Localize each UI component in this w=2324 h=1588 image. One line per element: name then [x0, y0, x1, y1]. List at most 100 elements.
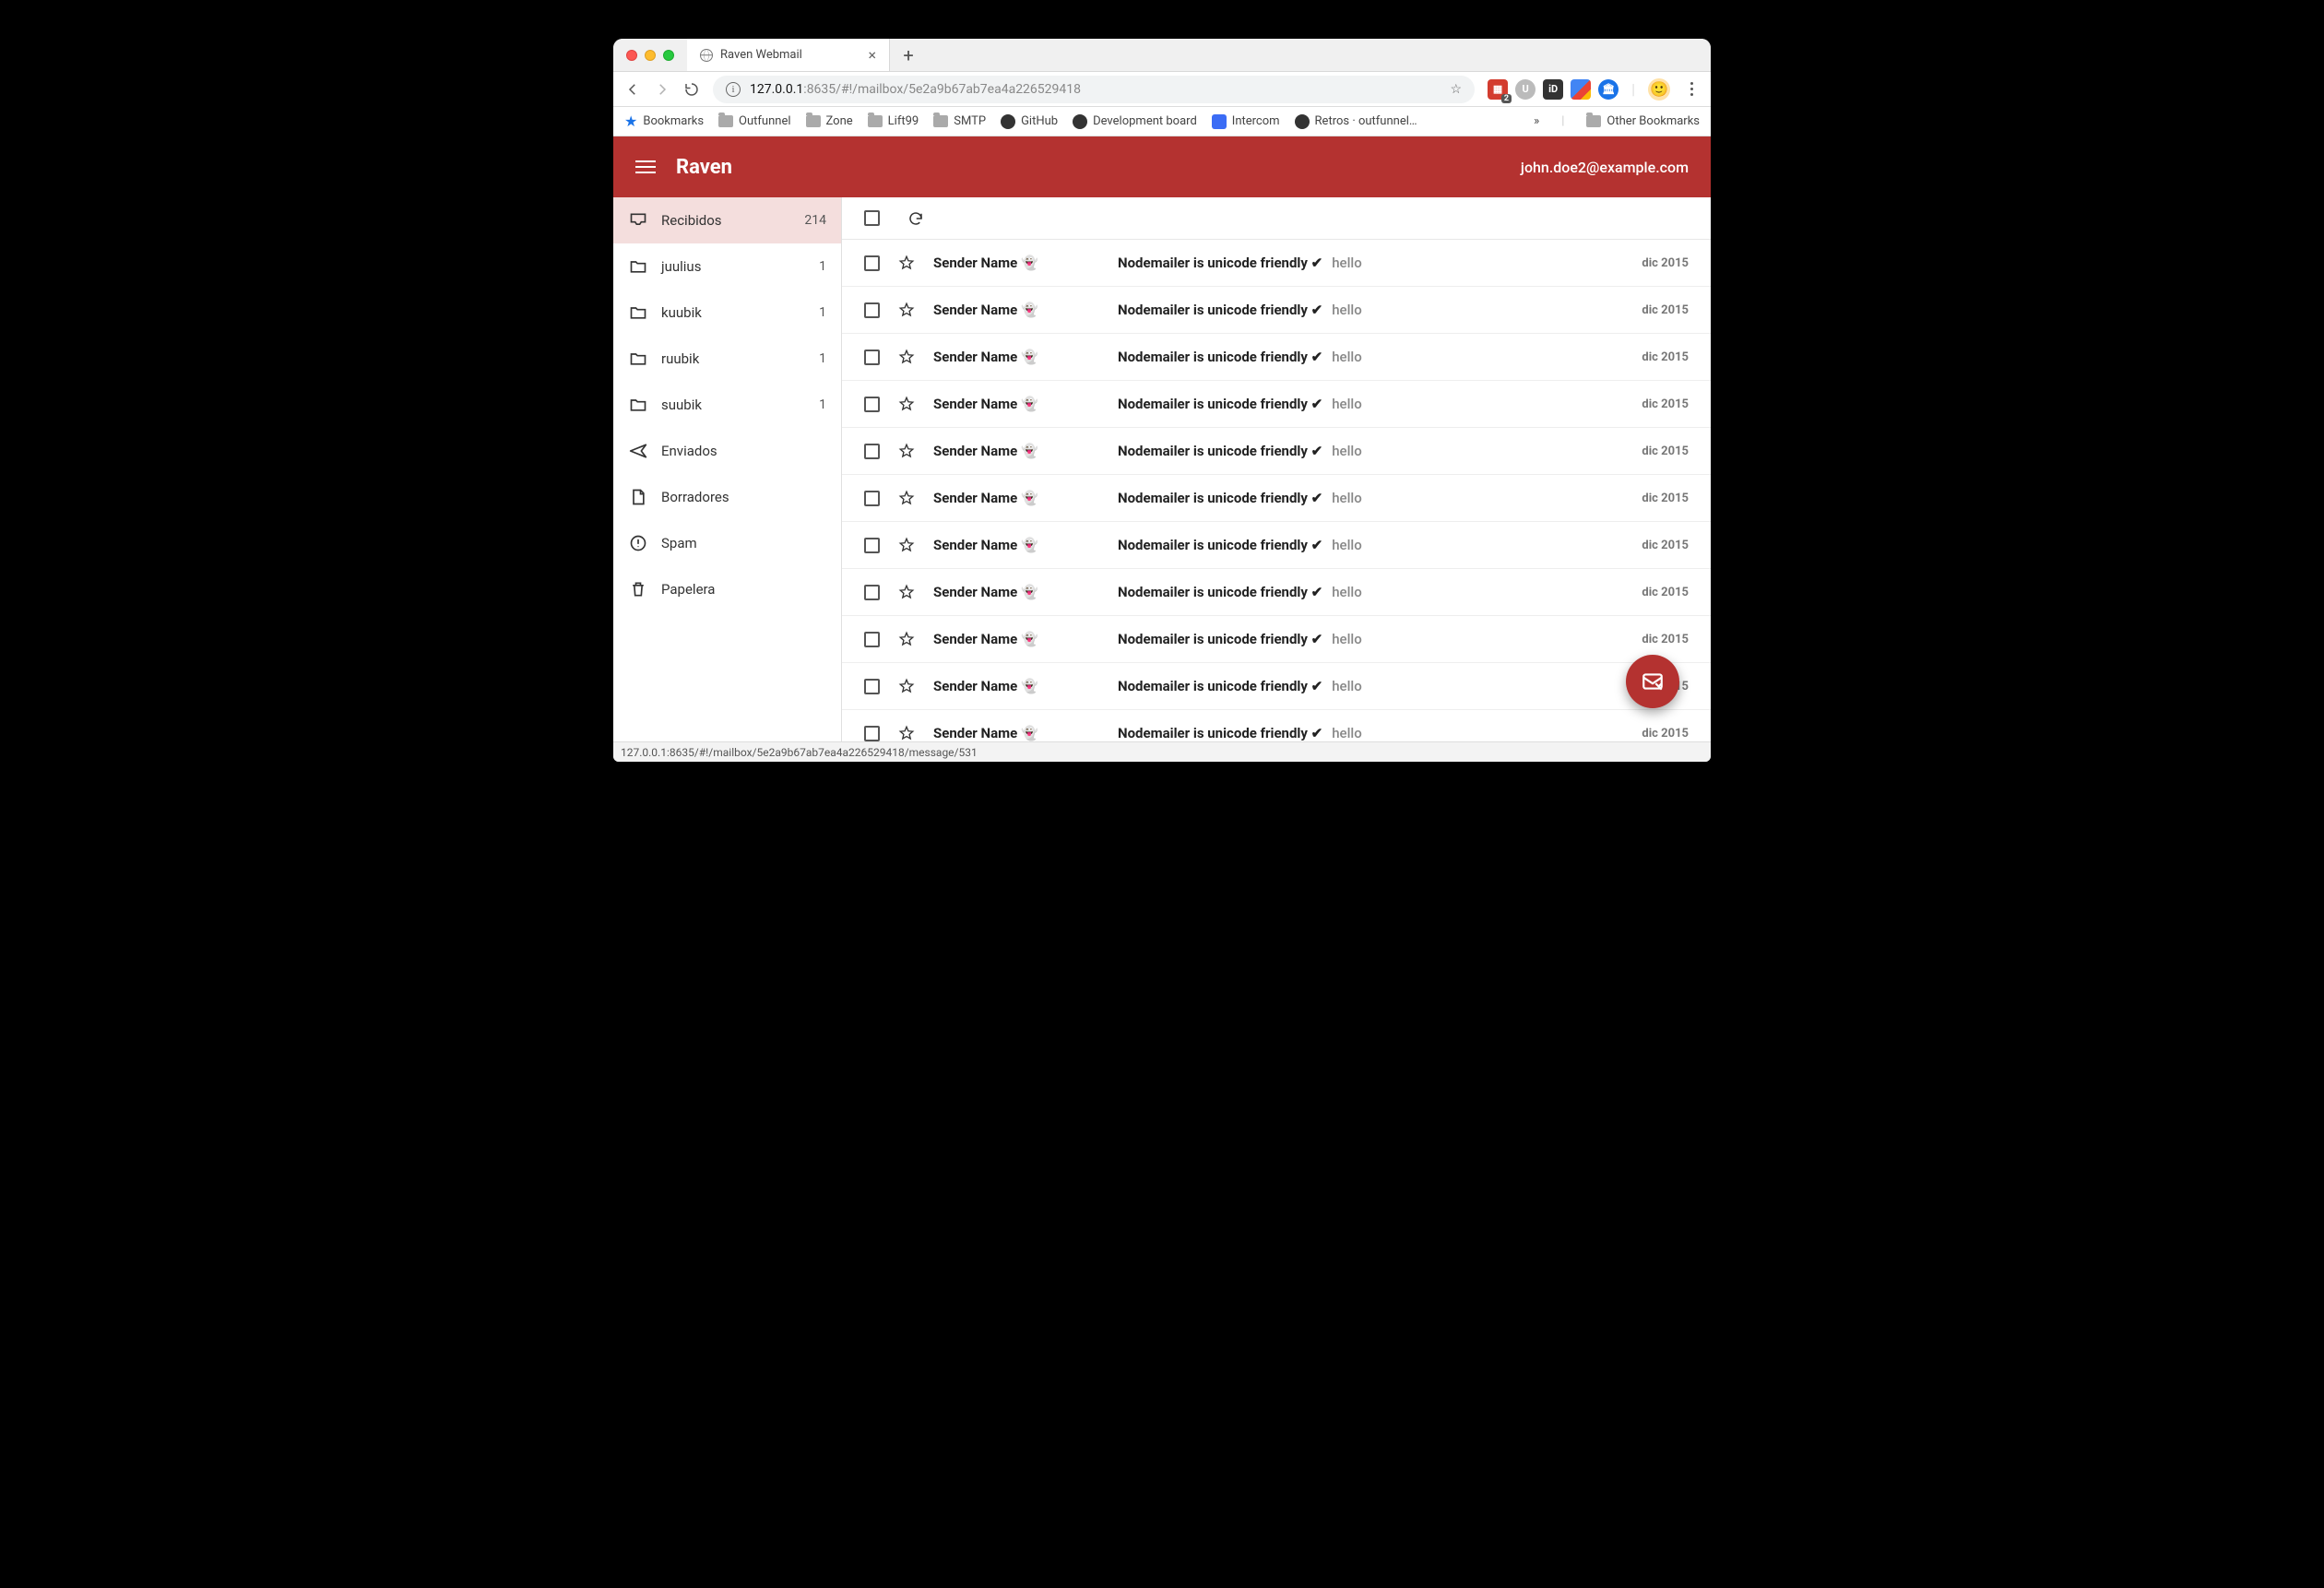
url-host: 127.0.0.1	[750, 82, 803, 97]
message-checkbox[interactable]	[864, 679, 880, 694]
bookmark-folder[interactable]: Lift99	[868, 114, 919, 128]
message-checkbox[interactable]	[864, 350, 880, 365]
browser-tab[interactable]: Raven Webmail ×	[687, 39, 890, 71]
sidebar-item-count: 1	[819, 259, 826, 274]
message-subject: Nodemailer is unicode friendly ✔	[1118, 396, 1322, 412]
site-info-icon[interactable]: i	[726, 82, 741, 97]
message-subject: Nodemailer is unicode friendly ✔	[1118, 537, 1322, 553]
reload-button[interactable]	[683, 81, 700, 98]
bookmarks-overflow-button[interactable]: »	[1534, 114, 1539, 128]
sidebar-item-recibidos[interactable]: Recibidos214	[613, 197, 841, 243]
inbox-icon	[628, 210, 648, 231]
zoom-window-button[interactable]	[663, 50, 674, 61]
app-name: Raven	[676, 156, 732, 179]
message-row[interactable]: Sender Name 👻Nodemailer is unicode frien…	[842, 522, 1711, 569]
refresh-button[interactable]	[907, 210, 924, 227]
close-window-button[interactable]	[626, 50, 637, 61]
star-icon[interactable]	[898, 302, 915, 318]
back-button[interactable]	[624, 81, 641, 98]
browser-window: Raven Webmail × + i 127.0.0.1:8635/#!/ma…	[613, 39, 1711, 762]
app-header: Raven john.doe2@example.com	[613, 136, 1711, 197]
forward-button[interactable]	[654, 81, 670, 98]
bookmark-item[interactable]: Retros · outfunnel…	[1295, 114, 1417, 129]
message-row[interactable]: Sender Name 👻Nodemailer is unicode frien…	[842, 381, 1711, 428]
sidebar-item-enviados[interactable]: Enviados	[613, 428, 841, 474]
message-date: dic 2015	[1642, 586, 1689, 599]
message-row[interactable]: Sender Name 👻Nodemailer is unicode frien…	[842, 710, 1711, 741]
star-icon[interactable]	[898, 631, 915, 647]
sidebar-item-count: 214	[804, 213, 826, 228]
message-row[interactable]: Sender Name 👻Nodemailer is unicode frien…	[842, 475, 1711, 522]
message-preview: hello	[1332, 537, 1362, 553]
address-bar[interactable]: i 127.0.0.1:8635/#!/mailbox/5e2a9b67ab7e…	[713, 76, 1475, 103]
sidebar-item-suubik[interactable]: suubik1	[613, 382, 841, 428]
sidebar-item-label: Borradores	[661, 489, 729, 505]
message-row[interactable]: Sender Name 👻Nodemailer is unicode frien…	[842, 428, 1711, 475]
bookmark-label: Lift99	[888, 114, 919, 128]
select-all-checkbox[interactable]	[864, 210, 880, 226]
sidebar-item-papelera[interactable]: Papelera	[613, 566, 841, 612]
sidebar-item-ruubik[interactable]: ruubik1	[613, 336, 841, 382]
sidebar-item-borradores[interactable]: Borradores	[613, 474, 841, 520]
message-checkbox[interactable]	[864, 444, 880, 459]
menu-button[interactable]	[635, 160, 656, 173]
message-checkbox[interactable]	[864, 302, 880, 318]
bookmark-star-icon[interactable]: ☆	[1451, 82, 1463, 97]
message-row[interactable]: Sender Name 👻Nodemailer is unicode frien…	[842, 240, 1711, 287]
github-icon	[1295, 114, 1310, 129]
message-toolbar	[842, 197, 1711, 240]
compose-button[interactable]	[1626, 655, 1679, 708]
close-tab-button[interactable]: ×	[868, 46, 876, 64]
bookmark-folder[interactable]: Outfunnel	[718, 114, 790, 128]
message-checkbox[interactable]	[864, 726, 880, 741]
extension-icon[interactable]	[1571, 79, 1591, 100]
star-icon[interactable]	[898, 443, 915, 459]
bookmark-folder[interactable]: SMTP	[933, 114, 986, 128]
bookmark-item[interactable]: GitHub	[1001, 114, 1058, 129]
message-subject-preview: Nodemailer is unicode friendly ✔hello	[1118, 255, 1362, 271]
message-row[interactable]: Sender Name 👻Nodemailer is unicode frien…	[842, 569, 1711, 616]
message-preview: hello	[1332, 443, 1362, 459]
extension-icon[interactable]: iD	[1543, 79, 1563, 100]
message-checkbox[interactable]	[864, 491, 880, 506]
message-checkbox[interactable]	[864, 397, 880, 412]
new-tab-button[interactable]: +	[890, 39, 927, 71]
star-icon[interactable]	[898, 349, 915, 365]
message-subject: Nodemailer is unicode friendly ✔	[1118, 255, 1322, 271]
star-icon[interactable]	[898, 725, 915, 741]
bookmark-item[interactable]: Development board	[1073, 114, 1197, 129]
star-icon[interactable]	[898, 678, 915, 694]
sidebar-item-juulius[interactable]: juulius1	[613, 243, 841, 290]
sidebar-item-label: kuubik	[661, 304, 702, 321]
user-email[interactable]: john.doe2@example.com	[1521, 159, 1689, 176]
extension-icon[interactable]: ▦2	[1488, 79, 1508, 100]
browser-menu-button[interactable]	[1683, 82, 1700, 96]
bookmark-item[interactable]: Intercom	[1212, 114, 1280, 129]
minimize-window-button[interactable]	[645, 50, 656, 61]
message-checkbox[interactable]	[864, 255, 880, 271]
message-checkbox[interactable]	[864, 632, 880, 647]
bookmarks-root[interactable]: ★Bookmarks	[624, 113, 704, 130]
message-subject: Nodemailer is unicode friendly ✔	[1118, 302, 1322, 318]
star-icon[interactable]	[898, 490, 915, 506]
star-icon[interactable]	[898, 255, 915, 271]
message-checkbox[interactable]	[864, 585, 880, 600]
star-icon[interactable]	[898, 396, 915, 412]
extension-icon[interactable]: U	[1515, 79, 1536, 100]
message-checkbox[interactable]	[864, 538, 880, 553]
message-row[interactable]: Sender Name 👻Nodemailer is unicode frien…	[842, 616, 1711, 663]
star-icon[interactable]	[898, 584, 915, 600]
message-row[interactable]: Sender Name 👻Nodemailer is unicode frien…	[842, 287, 1711, 334]
other-bookmarks[interactable]: Other Bookmarks	[1586, 114, 1700, 128]
sidebar-item-spam[interactable]: Spam	[613, 520, 841, 566]
extension-icon[interactable]: 🏛	[1598, 79, 1618, 100]
sidebar-item-kuubik[interactable]: kuubik1	[613, 290, 841, 336]
profile-avatar[interactable]: 🙂	[1648, 78, 1670, 101]
message-row[interactable]: Sender Name 👻Nodemailer is unicode frien…	[842, 334, 1711, 381]
message-subject-preview: Nodemailer is unicode friendly ✔hello	[1118, 725, 1362, 741]
message-list[interactable]: Sender Name 👻Nodemailer is unicode frien…	[842, 240, 1711, 741]
star-icon[interactable]	[898, 537, 915, 553]
message-row[interactable]: Sender Name 👻Nodemailer is unicode frien…	[842, 663, 1711, 710]
extension-badge: 2	[1501, 94, 1512, 103]
bookmark-folder[interactable]: Zone	[806, 114, 853, 128]
